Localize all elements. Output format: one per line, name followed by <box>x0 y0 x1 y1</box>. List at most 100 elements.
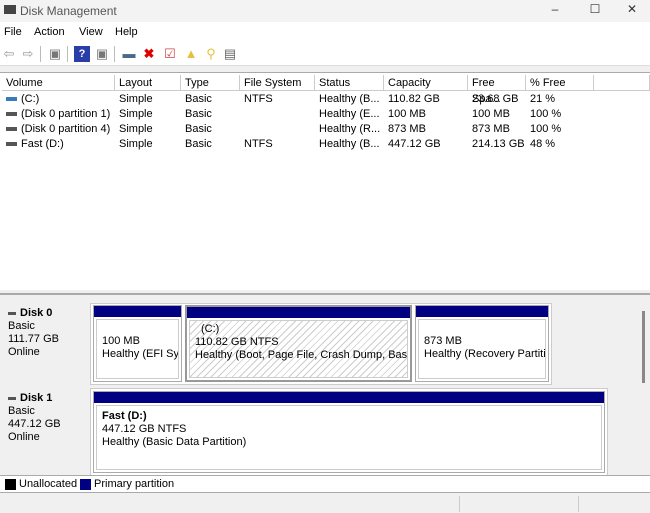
legend-primary: Primary partition <box>94 478 175 490</box>
partition-size: 110.82 GB NTFS <box>195 336 279 348</box>
disk-icon <box>8 396 16 400</box>
menu-action[interactable]: Action <box>34 26 65 38</box>
volume-icon <box>6 142 17 147</box>
partition-status: Healthy (Basic Data Partition) <box>102 436 247 448</box>
title-bar: Disk Management – ☐ ✕ <box>0 0 650 22</box>
partition-status: Healthy (Boot, Page File, Crash Dump, Ba… <box>195 349 408 361</box>
show-action-pane-icon[interactable]: ▣ <box>94 46 110 62</box>
table-row[interactable]: (Disk 0 partition 1) Simple Basic Healthy (… <box>0 107 650 122</box>
cell-free-space: 100 MB <box>468 107 526 122</box>
cell-text: 100 % <box>530 108 562 120</box>
menu-help[interactable]: Help <box>115 26 138 38</box>
cell-text: 214.13 GB <box>472 138 525 150</box>
cell-capacity: 110.82 GB <box>384 92 468 107</box>
cell-status: Healthy (B... <box>315 92 384 107</box>
status-bar <box>0 494 650 513</box>
cell-percent-free: 100 % <box>526 122 594 137</box>
cell-text: (Disk 0 partition 4) <box>21 123 111 135</box>
cell-layout: Simple <box>115 122 181 137</box>
folder-search-icon[interactable]: ⚲ <box>203 46 219 62</box>
partition-label: Fast (D:) <box>102 410 147 422</box>
unallocated-swatch <box>5 479 16 490</box>
vertical-scrollbar[interactable] <box>642 311 645 383</box>
cell-text: Simple <box>119 138 153 150</box>
table-row[interactable]: (C:) Simple Basic NTFS Healthy (B... 110.82 G… <box>0 92 650 107</box>
disk-size: 111.77 GB <box>8 333 59 345</box>
cell-layout: Simple <box>115 137 181 152</box>
delete-icon[interactable]: ✖ <box>141 46 157 62</box>
volume-icon <box>6 112 17 117</box>
close-button[interactable]: ✕ <box>622 2 642 18</box>
disk-name: Disk 0 <box>20 307 53 319</box>
cell-text: 873 MB <box>472 123 510 135</box>
show-hide-console-tree-icon[interactable]: ▣ <box>47 46 63 62</box>
partition-disk0-recovery[interactable]: 873 MB Healthy (Recovery Partitio <box>415 305 549 382</box>
cell-layout: Simple <box>115 92 181 107</box>
cell-text: Basic <box>185 93 212 105</box>
cell-text: Basic <box>185 108 212 120</box>
column-header-free-space[interactable]: Free Spa... <box>468 75 526 105</box>
minimize-button[interactable]: – <box>545 2 565 18</box>
toolbar: ⇦ ⇨ ▣ ? ▣ ▬ ✖ ☑ ▲ ⚲ ▤ <box>0 42 650 66</box>
column-header-type[interactable]: Type <box>181 75 240 91</box>
table-row[interactable]: Fast (D:) Simple Basic NTFS Healthy (B... 447… <box>0 137 650 152</box>
cell-text: 447.12 GB <box>388 138 441 150</box>
folder-up-icon[interactable]: ▲ <box>183 46 199 62</box>
cell-volume: (Disk 0 partition 1) <box>2 107 115 122</box>
cell-file-system: NTFS <box>240 92 315 107</box>
forward-icon[interactable]: ⇨ <box>20 46 36 62</box>
cell-text: Healthy (E... <box>319 108 380 120</box>
cell-type: Basic <box>181 107 240 122</box>
help-icon[interactable]: ? <box>74 46 90 62</box>
maximize-button[interactable]: ☐ <box>585 2 605 18</box>
cell-file-system: NTFS <box>240 137 315 152</box>
table-row[interactable]: (Disk 0 partition 4) Simple Basic Healthy (… <box>0 122 650 137</box>
column-header-file-system[interactable]: File System <box>240 75 315 91</box>
partition-size: 873 MB <box>424 335 462 347</box>
column-header-capacity[interactable]: Capacity <box>384 75 468 91</box>
connect-disk-icon[interactable]: ▬ <box>121 46 137 62</box>
cell-text: 23.68 GB <box>472 93 519 105</box>
menu-file[interactable]: File <box>4 26 22 38</box>
list-view-icon[interactable]: ▤ <box>222 46 238 62</box>
cell-volume: (C:) <box>2 92 115 107</box>
cell-text: 48 % <box>530 138 556 150</box>
cell-percent-free: 21 % <box>526 92 594 107</box>
disk-0-label[interactable]: Disk 0 Basic 111.77 GB Online <box>0 303 90 385</box>
cell-text: 100 MB <box>472 108 510 120</box>
cell-file-system <box>240 122 315 137</box>
column-header-volume[interactable]: Volume <box>2 75 115 91</box>
volume-list: Volume Layout Type File System Status Ca… <box>0 72 650 290</box>
legend-unallocated: Unallocated <box>19 478 78 490</box>
cell-text: Basic <box>185 138 212 150</box>
column-header-layout[interactable]: Layout <box>115 75 181 91</box>
cell-text: Healthy (B... <box>319 93 380 105</box>
toolbar-separator <box>40 46 41 62</box>
cell-text: 21 % <box>530 93 556 105</box>
volume-icon <box>6 127 17 132</box>
disk-type: Basic <box>8 320 35 332</box>
column-header-percent-free[interactable]: % Free <box>526 75 594 91</box>
disk-state: Online <box>8 431 40 443</box>
partition-disk0-c[interactable]: (C:) 110.82 GB NTFS Healthy (Boot, Page … <box>185 305 412 382</box>
disk-type: Basic <box>8 405 35 417</box>
column-header-empty <box>594 75 650 91</box>
properties-check-icon[interactable]: ☑ <box>162 46 178 62</box>
partition-disk1-d[interactable]: Fast (D:) 447.12 GB NTFS Healthy (Basic … <box>93 391 605 473</box>
cell-text: NTFS <box>244 93 273 105</box>
disk-state: Online <box>8 346 40 358</box>
menu-view[interactable]: View <box>79 26 103 38</box>
menu-bar: File Action View Help <box>0 22 650 42</box>
partition-disk0-efi[interactable]: 100 MB Healthy (EFI Syst <box>93 305 182 382</box>
primary-partition-swatch <box>80 479 91 490</box>
volume-icon <box>6 97 17 102</box>
cell-text: Healthy (B... <box>319 138 380 150</box>
disk-1-label[interactable]: Disk 1 Basic 447.12 GB Online <box>0 388 90 476</box>
disk-name: Disk 1 <box>20 392 53 404</box>
cell-layout: Simple <box>115 107 181 122</box>
partition-size: 100 MB <box>102 335 140 347</box>
column-header-status[interactable]: Status <box>315 75 384 91</box>
cell-status: Healthy (B... <box>315 137 384 152</box>
cell-free-space: 214.13 GB <box>468 137 526 152</box>
back-icon[interactable]: ⇦ <box>1 46 17 62</box>
